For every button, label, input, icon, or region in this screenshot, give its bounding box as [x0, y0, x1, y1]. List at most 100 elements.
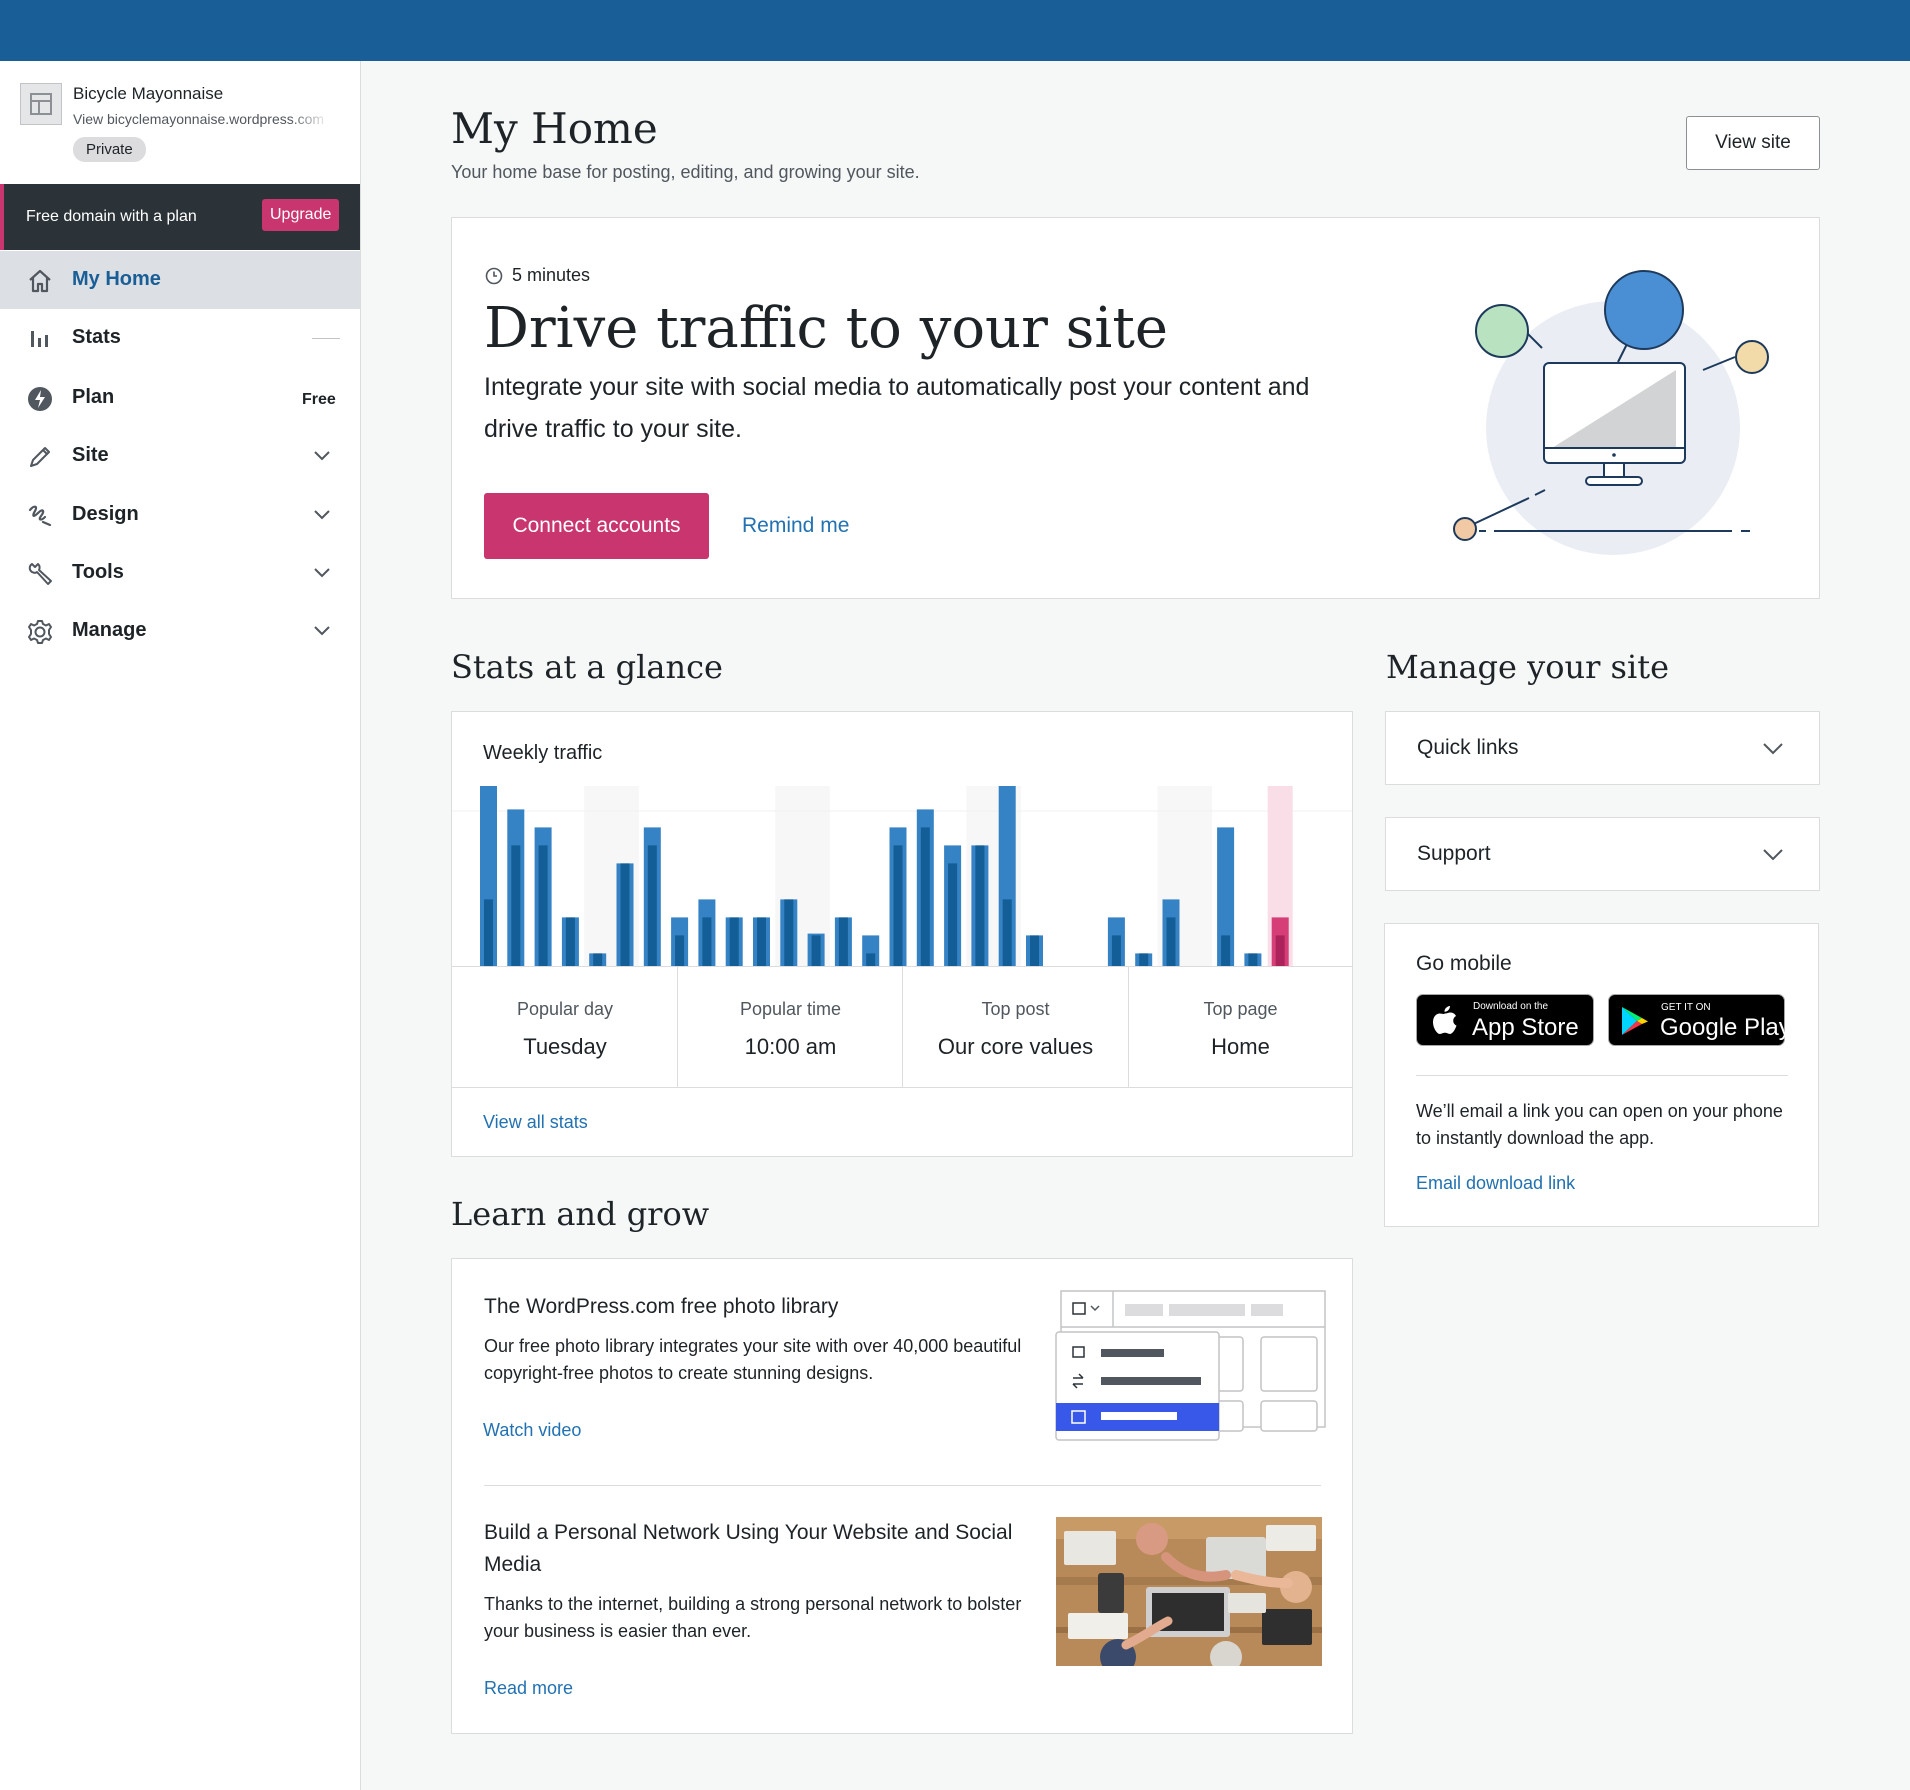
chart-bar-visitors[interactable]: [1139, 953, 1149, 966]
weekend-band: [1184, 786, 1213, 966]
stat-label: Popular day: [516, 999, 614, 1019]
site-card[interactable]: Bicycle Mayonnaise View bicyclemayonnais…: [0, 61, 360, 184]
sidebar: Bicycle Mayonnaise View bicyclemayonnais…: [0, 61, 361, 1790]
chart-bar-visitors[interactable]: [1248, 953, 1258, 966]
chart-bar-visitors[interactable]: [620, 863, 630, 966]
learn-item-description: Thanks to the internet, building a stron…: [484, 1594, 1022, 1641]
chart-bar-visitors[interactable]: [511, 845, 521, 966]
sidebar-item-label: Tools: [72, 561, 124, 583]
task-time-text: 5 minutes: [512, 265, 591, 285]
sidebar-item-site[interactable]: Site: [0, 427, 360, 485]
stat-value: Our core values: [937, 1034, 1094, 1059]
app-store-badge[interactable]: Download on the App Store: [1416, 994, 1594, 1046]
sidebar-item-plan[interactable]: Plan Free: [0, 369, 360, 427]
chart-bar-visitors[interactable]: [1275, 935, 1285, 966]
gear-icon: [28, 620, 52, 644]
chevron-down-icon: [314, 626, 330, 636]
learn-heading: Learn and grow: [451, 1195, 710, 1233]
chart-bar-visitors[interactable]: [565, 917, 575, 966]
chart-bar-visitors[interactable]: [920, 827, 930, 966]
home-icon: [29, 269, 51, 293]
quick-links-accordion[interactable]: Quick links: [1385, 711, 1820, 785]
chart-bar-visitors[interactable]: [1111, 935, 1121, 966]
chart-bar-visitors[interactable]: [838, 917, 848, 966]
learn-item-title: The WordPress.com free photo library: [484, 1295, 839, 1318]
task-card: 5 minutes Drive traffic to your site Int…: [451, 217, 1820, 599]
plan-icon: [28, 387, 52, 411]
sidebar-item-manage[interactable]: Manage: [0, 602, 360, 660]
social-network-illustration: [1453, 270, 1769, 555]
stat-popular-time: Popular time 10:00 am: [678, 967, 903, 1087]
site-name: Bicycle Mayonnaise: [73, 84, 224, 103]
go-mobile-description: We’ll email a link you can open on your …: [1416, 1101, 1783, 1148]
chart-bar-visitors[interactable]: [811, 935, 821, 966]
stat-value: Home: [1211, 1034, 1270, 1059]
chart-bar-visitors[interactable]: [948, 863, 958, 966]
photo-library-illustration: [1055, 1290, 1326, 1441]
remind-me-link[interactable]: Remind me: [742, 514, 849, 538]
support-title: Support: [1417, 842, 1491, 865]
site-status-badge: Private: [73, 137, 146, 162]
support-accordion[interactable]: Support: [1385, 817, 1820, 891]
sidebar-item-label: Stats: [72, 326, 121, 348]
go-mobile-title: Go mobile: [1416, 952, 1512, 975]
stats-sparkline: [312, 338, 340, 339]
pencil-icon: [30, 447, 50, 467]
chevron-down-icon: [314, 568, 330, 578]
site-url-fade: [290, 109, 330, 131]
watch-video-link[interactable]: Watch video: [483, 1420, 581, 1441]
chart-bar-visitors[interactable]: [1166, 917, 1176, 966]
google-small-text: GET IT ON: [1661, 1002, 1711, 1013]
sidebar-item-design[interactable]: Design: [0, 486, 360, 544]
page-title: My Home: [451, 104, 658, 153]
upgrade-button[interactable]: Upgrade: [262, 199, 340, 231]
wrench-icon: [28, 563, 52, 585]
learn-item-description: Our free photo library integrates your s…: [484, 1336, 1022, 1383]
task-duration: 5 minutes: [485, 265, 590, 286]
google-play-icon: [1622, 1007, 1648, 1035]
sidebar-item-tools[interactable]: Tools: [0, 544, 360, 602]
sidebar-item-label: Plan: [72, 386, 115, 408]
view-site-button[interactable]: View site: [1686, 116, 1820, 170]
sidebar-item-my-home[interactable]: My Home: [0, 251, 360, 309]
chart-bar-visitors[interactable]: [975, 845, 985, 966]
email-download-link[interactable]: Email download link: [1416, 1173, 1575, 1194]
sidebar-item-label: My Home: [72, 268, 161, 290]
weekly-traffic-chart[interactable]: [452, 762, 1352, 978]
page-subtitle: Your home base for posting, editing, and…: [451, 162, 920, 182]
brush-icon: [28, 505, 52, 527]
chart-bar-visitors[interactable]: [866, 953, 876, 966]
free-domain-upsell[interactable]: Free domain with a plan Upgrade: [0, 184, 360, 250]
weekend-band: [584, 786, 612, 966]
chart-bar-visitors[interactable]: [1030, 935, 1039, 966]
chart-bar-visitors[interactable]: [702, 917, 712, 966]
networking-photo: [1056, 1517, 1322, 1666]
upsell-text: Free domain with a plan: [26, 208, 197, 225]
stat-label: Top page: [1203, 999, 1278, 1019]
chart-bar-visitors[interactable]: [757, 917, 766, 966]
google-big-text: Google Play: [1660, 1014, 1791, 1041]
top-bar: [0, 0, 1910, 61]
chart-bar-visitors[interactable]: [729, 917, 739, 966]
sidebar-item-stats[interactable]: Stats: [0, 309, 360, 367]
chevron-down-icon: [1763, 849, 1783, 861]
chart-bar-visitors[interactable]: [647, 845, 657, 966]
chart-bar-visitors[interactable]: [893, 845, 903, 966]
read-more-link[interactable]: Read more: [484, 1678, 573, 1699]
chart-bar-visitors[interactable]: [538, 845, 548, 966]
chart-bar-visitors[interactable]: [784, 899, 794, 966]
google-play-badge[interactable]: GET IT ON Google Play: [1608, 994, 1791, 1046]
chart-bar-visitors[interactable]: [593, 953, 603, 966]
plan-badge: Free: [302, 391, 336, 408]
go-mobile-card: Go mobile Download on the App Store GET …: [1384, 923, 1819, 1227]
chart-bar-visitors[interactable]: [1221, 935, 1231, 966]
connect-accounts-button[interactable]: Connect accounts: [484, 493, 709, 559]
chart-bar-visitors[interactable]: [675, 935, 685, 966]
chart-bar-visitors[interactable]: [484, 899, 493, 966]
view-all-stats-link[interactable]: View all stats: [483, 1112, 588, 1133]
sidebar-item-label: Site: [72, 444, 109, 466]
stat-label: Top post: [981, 999, 1050, 1019]
stat-value: Tuesday: [523, 1034, 607, 1059]
chart-bar-visitors[interactable]: [1002, 899, 1012, 966]
manage-heading: Manage your site: [1386, 648, 1669, 686]
